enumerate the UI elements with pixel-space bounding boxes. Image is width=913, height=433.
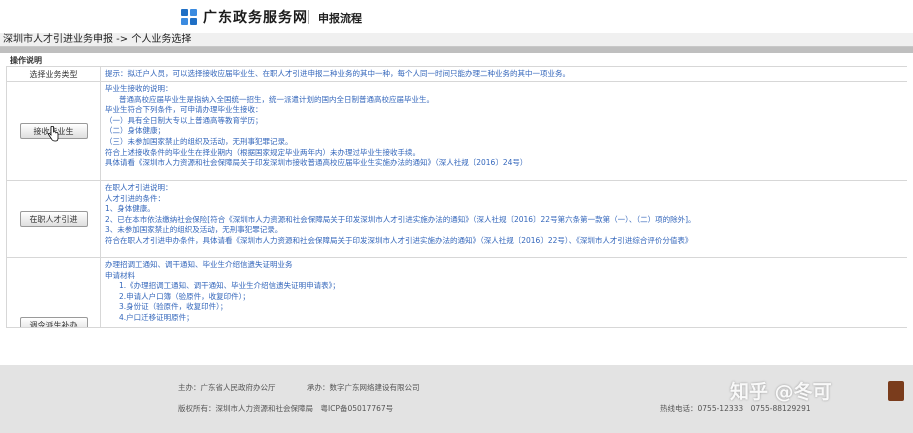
desc-line: 毕业生接收的说明：: [105, 84, 173, 93]
transfer-description: 办理招调工通知、调干通知、毕业生介绍信遗失证明业务 申请材料 1.《办理招调工通…: [101, 258, 907, 328]
desc-line: 毕业生符合下列条件，可申请办理毕业生接收：: [105, 105, 263, 115]
table-header-tip: 提示：拟迁户人员，可以选择接收应届毕业生、在职人才引进申报二种业务的其中一种，每…: [101, 67, 907, 82]
table-row-transfer-left: 调令派生补办: [7, 258, 101, 328]
header-subtitle: 申报流程: [318, 12, 362, 25]
talent-introduction-button[interactable]: 在职人才引进: [19, 211, 88, 227]
site-logo-text[interactable]: 广东政务服务网: [203, 7, 308, 27]
ops-title: 操作说明: [6, 55, 907, 67]
desc-line: 人才引进的条件：: [105, 193, 165, 203]
desc-line: 2、已在本市依法缴纳社会保险[符合《深圳市人力资源和社会保障局关于印发深圳市人才…: [105, 214, 696, 224]
desc-line: 1、身体健康。: [105, 204, 155, 214]
desc-line: 具体请看《深圳市人力资源和社会保障局关于印发深圳市接收普通高校应届毕业生实施办法…: [105, 158, 528, 168]
graduate-description: 毕业生接收的说明： 普通高校应届毕业生是指纳入全国统一招生，统一派遣计划的国内全…: [101, 82, 907, 181]
desc-line: 1.《办理招调工通知、调干通知、毕业生介绍信遗失证明申请表》；: [119, 281, 340, 291]
desc-line: 在职人才引进说明：: [105, 183, 173, 192]
desc-line: 申请材料: [105, 270, 135, 280]
desc-line: 4.户口迁移证明原件；: [119, 312, 194, 322]
footer-operator: 承办：数字广东网络建设有限公司: [307, 383, 420, 392]
desc-line: （一）具有全日制大专以上普通高等教育学历；: [105, 115, 263, 125]
desc-line: 2.申请人户口簿（验原件，收复印件）；: [119, 291, 250, 301]
table-header-left: 选择业务类型: [7, 67, 101, 82]
desc-line: （三）未参加国家禁止的组织及活动，无刑事犯罪记录。: [105, 136, 293, 146]
table-row-talent-left: 在职人才引进: [7, 181, 101, 258]
header-bar: 广东政务服务网 申报流程: [0, 0, 913, 33]
footer-sponsor: 主办：广东省人民政府办公厅: [178, 383, 276, 392]
watermark-logo-icon: [888, 381, 904, 401]
page: 广东政务服务网 申报流程 深圳市人才引进业务申报 -> 个人业务选择 操作说明 …: [0, 0, 913, 433]
footer: 主办：广东省人民政府办公厅 承办：数字广东网络建设有限公司 版权所有：深圳市人力…: [0, 365, 913, 433]
separator-band: [0, 47, 913, 53]
desc-line: 普通高校应届毕业生是指纳入全国统一招生，统一派遣计划的国内全日制普通高校应届毕业…: [119, 94, 434, 104]
transfer-reissue-button[interactable]: 调令派生补办: [19, 317, 88, 327]
talent-description: 在职人才引进说明： 人才引进的条件： 1、身体健康。 2、已在本市依法缴纳社会保…: [101, 181, 907, 258]
business-table: 选择业务类型 提示：拟迁户人员，可以选择接收应届毕业生、在职人才引进申报二种业务…: [6, 67, 907, 328]
footer-copyright: 版权所有：深圳市人力资源和社会保障局 粤ICP备05017767号: [178, 404, 394, 413]
table-row-graduate-left: 接收毕业生: [7, 82, 101, 181]
footer-hotline: 热线电话：0755-12333 0755-88129291: [660, 404, 811, 413]
desc-line: 符合上述接收条件的毕业生在择业期内（根据国家规定毕业两年内）未办理过毕业生接收手…: [105, 147, 420, 157]
zhihu-watermark: 知乎 @冬可: [730, 381, 832, 403]
desc-line: 3.身份证（验原件，收复印件）；: [119, 302, 228, 312]
main-content: 操作说明 选择业务类型 提示：拟迁户人员，可以选择接收应届毕业生、在职人才引进申…: [6, 55, 907, 335]
gd-logo-icon: [181, 9, 197, 25]
desc-line: （二）身体健康；: [105, 126, 165, 136]
receive-graduate-button[interactable]: 接收毕业生: [19, 123, 88, 139]
desc-line: 办理招调工通知、调干通知、毕业生介绍信遗失证明业务: [105, 260, 293, 269]
breadcrumb: 深圳市人才引进业务申报 -> 个人业务选择: [0, 33, 913, 47]
desc-line: 符合在职人才引进申办条件，具体请看《深圳市人力资源和社会保障局关于印发深圳市人才…: [105, 235, 693, 245]
header-divider: [308, 10, 309, 24]
desc-line: 3、未参加国家禁止的组织及活动，无刑事犯罪记录。: [105, 225, 283, 235]
